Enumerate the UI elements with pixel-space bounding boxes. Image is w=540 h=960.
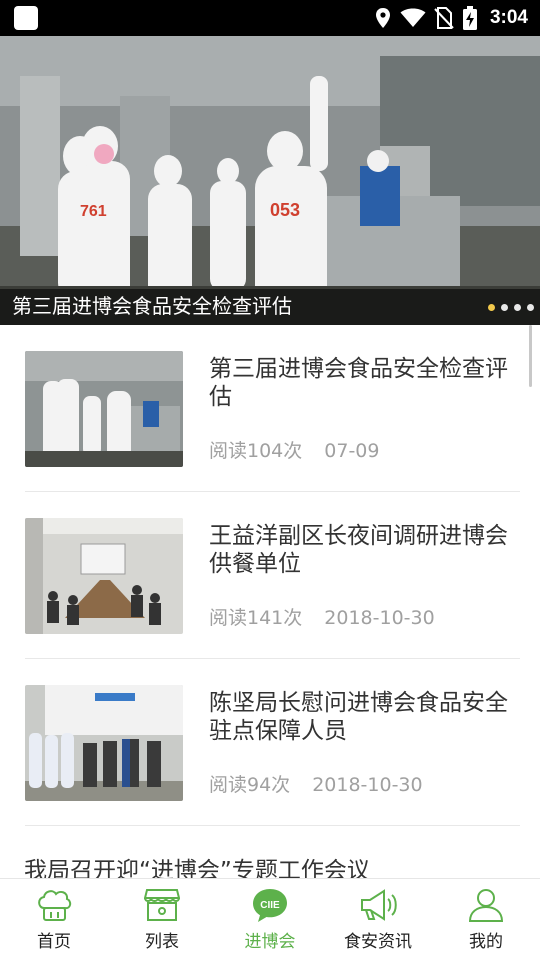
news-title-partial[interactable]: 我局召开迎“进博会”专题工作会议 [24, 851, 370, 878]
nav-label: 进博会 [244, 932, 296, 952]
location-icon [375, 8, 390, 28]
user-icon [466, 887, 506, 923]
news-meta: 阅读94次 2018-10-30 [209, 770, 423, 797]
news-thumbnail [25, 351, 183, 467]
news-date: 07-09 [324, 440, 380, 462]
megaphone-icon [358, 887, 398, 923]
nav-label: 列表 [145, 932, 179, 952]
banner-photo: 761 053 [0, 36, 540, 325]
nav-label: 食安资讯 [344, 932, 412, 952]
carousel-dot[interactable] [527, 304, 534, 311]
jersey-number-1: 761 [80, 203, 107, 220]
news-list[interactable]: 第三届进博会食品安全检查评估 阅读104次 07-09 王益洋副区长夜间调研进博… [0, 325, 540, 878]
ciie-icon: CIIE [250, 887, 290, 923]
jersey-number-2: 053 [270, 200, 300, 220]
divider [25, 825, 520, 826]
carousel-dot[interactable] [501, 304, 508, 311]
news-date: 2018-10-30 [324, 607, 435, 629]
read-count: 阅读104次 [209, 440, 303, 462]
news-thumbnail [25, 685, 183, 801]
read-count: 阅读141次 [209, 607, 303, 629]
store-icon [142, 887, 182, 923]
nav-ciie[interactable]: CIIE 进博会 [216, 879, 324, 960]
carousel-dots[interactable] [488, 304, 534, 311]
carousel-dot[interactable] [488, 304, 495, 311]
news-item[interactable]: 陈坚局长慰问进博会食品安全驻点保障人员 阅读94次 2018-10-30 [0, 659, 540, 826]
news-title[interactable]: 王益洋副区长夜间调研进博会供餐单位 [209, 522, 509, 578]
news-item[interactable]: 第三届进博会食品安全检查评估 阅读104次 07-09 [0, 325, 540, 492]
ciie-icon-text: CIIE [260, 900, 280, 911]
nav-list[interactable]: 列表 [108, 879, 216, 960]
clock: 3:04 [489, 7, 528, 28]
nav-food-news[interactable]: 食安资讯 [324, 879, 432, 960]
nav-home[interactable]: 首页 [0, 879, 108, 960]
news-title[interactable]: 第三届进博会食品安全检查评估 [209, 355, 509, 411]
read-count: 阅读94次 [209, 774, 291, 796]
banner-carousel[interactable]: 761 053 第三届进博会食品安全检查评估 [0, 36, 540, 325]
wifi-icon [400, 8, 426, 27]
news-meta: 阅读141次 2018-10-30 [209, 603, 435, 630]
news-meta: 阅读104次 07-09 [209, 436, 379, 463]
no-sim-icon [434, 7, 454, 29]
carousel-dot[interactable] [514, 304, 521, 311]
battery-charging-icon [462, 6, 477, 30]
status-bar: 3:04 [0, 0, 540, 36]
news-item[interactable]: 王益洋副区长夜间调研进博会供餐单位 阅读141次 2018-10-30 [0, 492, 540, 659]
bottom-nav: 首页 列表 CIIE 进博会 食安资讯 我的 [0, 878, 540, 960]
nav-label: 首页 [37, 932, 71, 952]
news-date: 2018-10-30 [312, 774, 423, 796]
notification-app-icon [14, 6, 38, 30]
status-icons: 3:04 [374, 0, 528, 36]
news-title[interactable]: 陈坚局长慰问进博会食品安全驻点保障人员 [209, 689, 509, 745]
chef-hat-icon [34, 887, 74, 923]
banner-caption: 第三届进博会食品安全检查评估 [12, 294, 292, 318]
nav-label: 我的 [469, 932, 503, 952]
news-thumbnail [25, 518, 183, 634]
nav-mine[interactable]: 我的 [432, 879, 540, 960]
